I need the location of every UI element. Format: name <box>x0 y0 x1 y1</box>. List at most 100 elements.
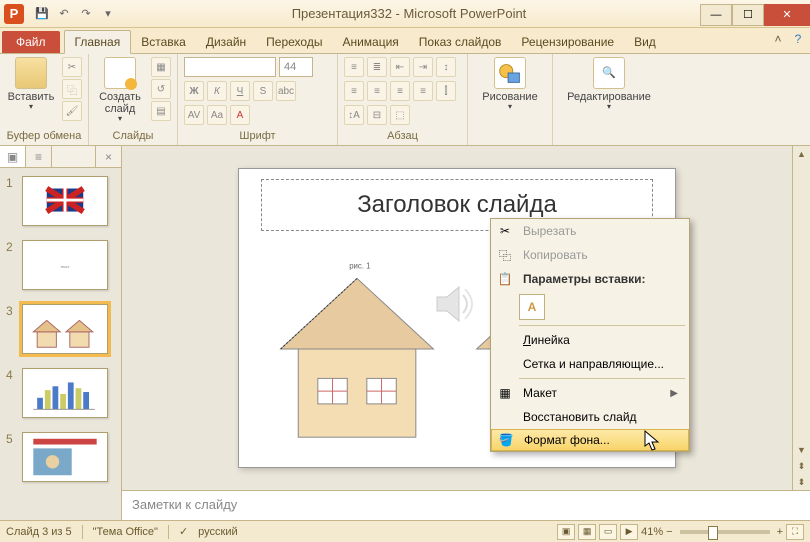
tab-view[interactable]: Вид <box>624 31 666 53</box>
tab-slideshow[interactable]: Показ слайдов <box>409 31 512 53</box>
font-color-icon[interactable]: A <box>230 105 250 125</box>
ctx-paste-options: A <box>491 291 689 323</box>
editing-button[interactable]: 🔍 Редактирование▾ <box>559 57 659 112</box>
tab-design[interactable]: Дизайн <box>196 31 256 53</box>
vertical-scrollbar[interactable]: ▲ ▼ ⬍ ⬍ <box>792 146 810 490</box>
zoom-in-icon[interactable]: + <box>777 526 783 538</box>
scroll-up-icon[interactable]: ▲ <box>793 146 810 162</box>
text-direction-icon[interactable]: ↕A <box>344 105 364 125</box>
status-theme: "Тема Office" <box>93 526 158 538</box>
normal-view-icon[interactable]: ▣ <box>557 524 575 540</box>
tab-animations[interactable]: Анимация <box>332 31 408 53</box>
change-case-icon[interactable]: Aa <box>207 105 227 125</box>
thumbnail-3[interactable] <box>22 304 108 354</box>
maximize-button[interactable]: ☐ <box>732 4 764 26</box>
zoom-level[interactable]: 41% <box>641 526 663 538</box>
svg-text:текст: текст <box>60 265 69 269</box>
justify-icon[interactable]: ≡ <box>413 81 433 101</box>
strike-button[interactable]: abc <box>276 81 296 101</box>
align-right-icon[interactable]: ≡ <box>390 81 410 101</box>
char-spacing-icon[interactable]: AV <box>184 105 204 125</box>
cut-icon[interactable]: ✂ <box>62 57 82 77</box>
tab-insert[interactable]: Вставка <box>131 31 196 53</box>
scroll-down-icon[interactable]: ▼ <box>793 442 810 458</box>
paste-icon <box>15 57 47 89</box>
svg-text:рис. 1: рис. 1 <box>349 262 370 271</box>
panel-close-icon[interactable]: × <box>95 146 121 167</box>
copy-icon[interactable]: ⿻ <box>62 79 82 99</box>
help-icon[interactable]: ? <box>790 32 806 46</box>
slideshow-view-icon[interactable]: ▶ <box>620 524 638 540</box>
ctx-ruler[interactable]: Линейка <box>491 328 689 352</box>
italic-button[interactable]: К <box>207 81 227 101</box>
group-label: Слайды <box>95 128 171 145</box>
save-icon[interactable]: 💾 <box>32 4 52 24</box>
group-label <box>559 128 659 145</box>
indent-dec-icon[interactable]: ⇤ <box>390 57 410 77</box>
ctx-grid[interactable]: Сетка и направляющие... <box>491 352 689 376</box>
new-slide-icon <box>104 57 136 89</box>
canvas[interactable]: Заголовок слайда рис. 1 <box>122 146 792 490</box>
close-button[interactable]: ✕ <box>764 4 810 26</box>
thumbnail-1[interactable] <box>22 176 108 226</box>
columns-icon[interactable]: ⫿ <box>436 81 456 101</box>
font-family-combo[interactable] <box>184 57 276 77</box>
window-controls: — ☐ ✕ <box>700 2 810 26</box>
layout-icon[interactable]: ▦ <box>151 57 171 77</box>
ribbon: Вставить▾ ✂ ⿻ 🖌 Буфер обмена Создать сла… <box>0 54 810 146</box>
format-painter-icon[interactable]: 🖌 <box>62 101 82 121</box>
tab-home[interactable]: Главная <box>64 30 132 54</box>
font-size-combo[interactable]: 44 <box>279 57 313 77</box>
align-left-icon[interactable]: ≡ <box>344 81 364 101</box>
redo-icon[interactable]: ↷ <box>76 4 96 24</box>
line-spacing-icon[interactable]: ↕ <box>436 57 456 77</box>
drawing-button[interactable]: Рисование▾ <box>474 57 546 112</box>
cut-icon: ✂ <box>491 224 519 238</box>
zoom-slider[interactable] <box>680 530 770 534</box>
paste-option-keep-text[interactable]: A <box>519 294 545 320</box>
ctx-layout[interactable]: ▦ Макет ▶ <box>491 381 689 405</box>
thumbnails-tab-icon[interactable]: ▣ <box>0 146 26 167</box>
status-language[interactable]: русский <box>198 526 237 538</box>
ctx-reset[interactable]: Восстановить слайд <box>491 405 689 429</box>
shapes-icon <box>494 57 526 89</box>
thumbnail-4[interactable] <box>22 368 108 418</box>
ctx-format-background[interactable]: 🪣 Формат фона... <box>491 429 689 451</box>
notes-pane[interactable]: Заметки к слайду <box>122 490 810 520</box>
undo-icon[interactable]: ↶ <box>54 4 74 24</box>
tab-transitions[interactable]: Переходы <box>256 31 332 53</box>
bold-button[interactable]: Ж <box>184 81 204 101</box>
reset-icon[interactable]: ↺ <box>151 79 171 99</box>
paste-button[interactable]: Вставить▾ <box>6 57 56 112</box>
shadow-button[interactable]: S <box>253 81 273 101</box>
numbering-icon[interactable]: ≣ <box>367 57 387 77</box>
ribbon-minimize-icon[interactable]: ˄ <box>770 32 786 46</box>
group-font: 44 Ж К Ч S abc AV Aa A Шрифт <box>178 54 338 145</box>
outline-tab-icon[interactable]: ≡ <box>26 146 52 167</box>
align-text-icon[interactable]: ⊟ <box>367 105 387 125</box>
zoom-out-icon[interactable]: − <box>666 526 672 538</box>
underline-button[interactable]: Ч <box>230 81 250 101</box>
fit-to-window-icon[interactable]: ⛶ <box>786 524 804 540</box>
prev-slide-icon[interactable]: ⬍ <box>793 458 810 474</box>
section-icon[interactable]: ▤ <box>151 101 171 121</box>
minimize-button[interactable]: — <box>700 4 732 26</box>
tab-review[interactable]: Рецензирование <box>511 31 624 53</box>
sorter-view-icon[interactable]: ▦ <box>578 524 596 540</box>
thumbnails-list[interactable]: 1 2 текст 3 <box>0 168 121 520</box>
bullets-icon[interactable]: ≡ <box>344 57 364 77</box>
file-tab[interactable]: Файл <box>2 31 60 53</box>
qat-dropdown-icon[interactable]: ▾ <box>98 4 118 24</box>
smartart-icon[interactable]: ⬚ <box>390 105 410 125</box>
align-center-icon[interactable]: ≡ <box>367 81 387 101</box>
thumbnail-5[interactable] <box>22 432 108 482</box>
thumbnail-2[interactable]: текст <box>22 240 108 290</box>
status-slide-count: Слайд 3 из 5 <box>6 526 72 538</box>
spellcheck-icon[interactable]: ✓ <box>179 525 188 538</box>
next-slide-icon[interactable]: ⬍ <box>793 474 810 490</box>
audio-icon[interactable] <box>429 279 479 329</box>
new-slide-button[interactable]: Создать слайд▾ <box>95 57 145 124</box>
reading-view-icon[interactable]: ▭ <box>599 524 617 540</box>
title-text: Заголовок слайда <box>357 191 557 219</box>
indent-inc-icon[interactable]: ⇥ <box>413 57 433 77</box>
